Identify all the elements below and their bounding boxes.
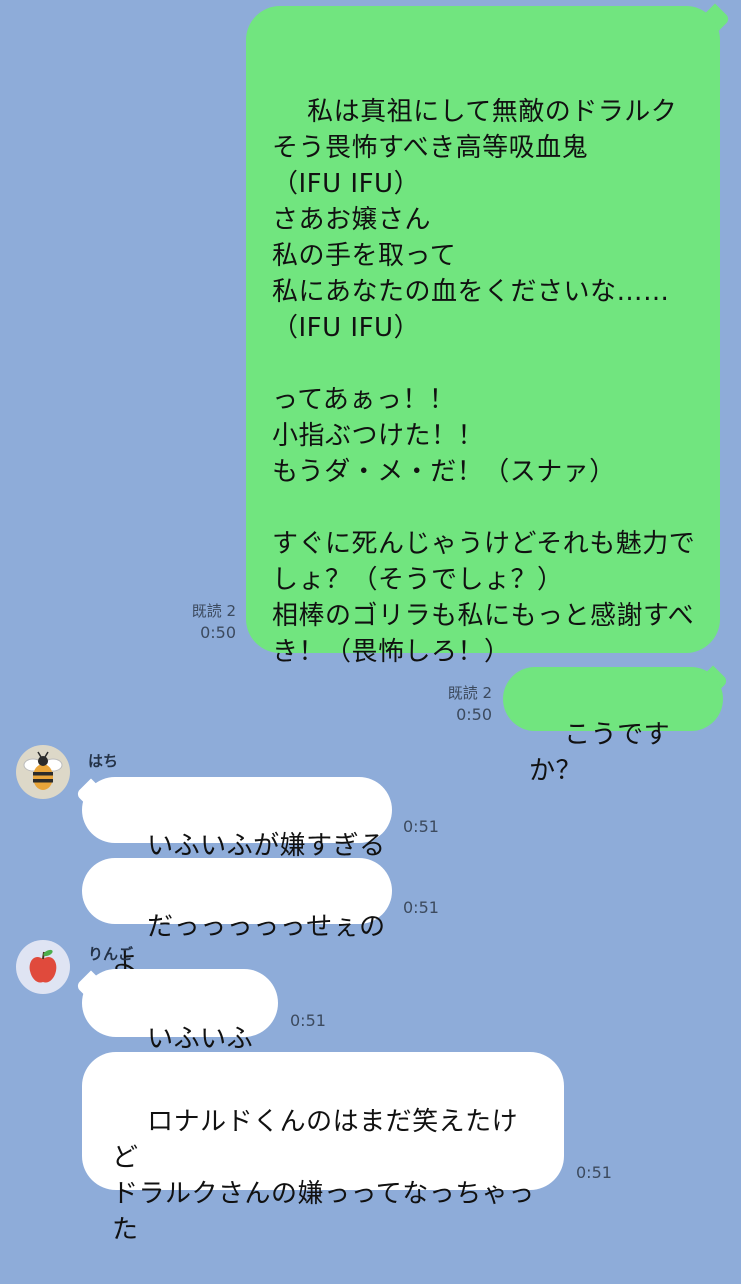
outgoing-message-bubble[interactable]: こうですか？: [503, 667, 723, 786]
bee-icon: [23, 751, 63, 790]
incoming-message-bubble[interactable]: ロナルドくんのはまだ笑えたけど ドラルクさんの嫌っってなっちゃった: [82, 1052, 564, 1245]
incoming-message-bubble[interactable]: いふいふ嫌: [82, 969, 278, 1090]
incoming-message-bubble[interactable]: いふいふが嫌すぎる: [82, 777, 392, 861]
message-time: 0:51: [403, 898, 439, 917]
message-text: ロナルドくんのはまだ笑えたけど ドラルクさんの嫌っってなっちゃった: [112, 1107, 535, 1245]
sender-name: はち: [88, 752, 119, 770]
message-text: 私は真祖にして無敵のドラルク そう畏怖すべき高等吸血鬼 （IFU IFU） さあ…: [272, 97, 696, 667]
sender-name: りんご: [88, 945, 134, 963]
message-time: 0:50: [456, 705, 492, 724]
avatar-ringo[interactable]: [16, 940, 70, 994]
message-time: 0:51: [290, 1011, 326, 1030]
read-receipt: 既読 2: [191, 602, 236, 620]
message-text: こうですか？: [529, 720, 671, 786]
message-time: 0:50: [200, 623, 236, 642]
chat-view[interactable]: 私は真祖にして無敵のドラルク そう畏怖すべき高等吸血鬼 （IFU IFU） さあ…: [0, 0, 741, 1245]
avatar-hachi[interactable]: [16, 745, 70, 799]
message-meta: 既読 2 0:50: [414, 682, 492, 726]
message-time: 0:51: [403, 817, 439, 836]
incoming-message-bubble[interactable]: だっっっっっせぇのよ: [82, 858, 392, 978]
message-text: いふいふが嫌すぎる: [147, 831, 386, 861]
apple-icon: [29, 949, 57, 983]
message-time: 0:51: [576, 1163, 612, 1182]
read-receipt: 既読 2: [447, 684, 492, 702]
message-meta: 既読 2 0:50: [160, 600, 236, 644]
outgoing-message-bubble[interactable]: 私は真祖にして無敵のドラルク そう畏怖すべき高等吸血鬼 （IFU IFU） さあ…: [246, 6, 720, 667]
